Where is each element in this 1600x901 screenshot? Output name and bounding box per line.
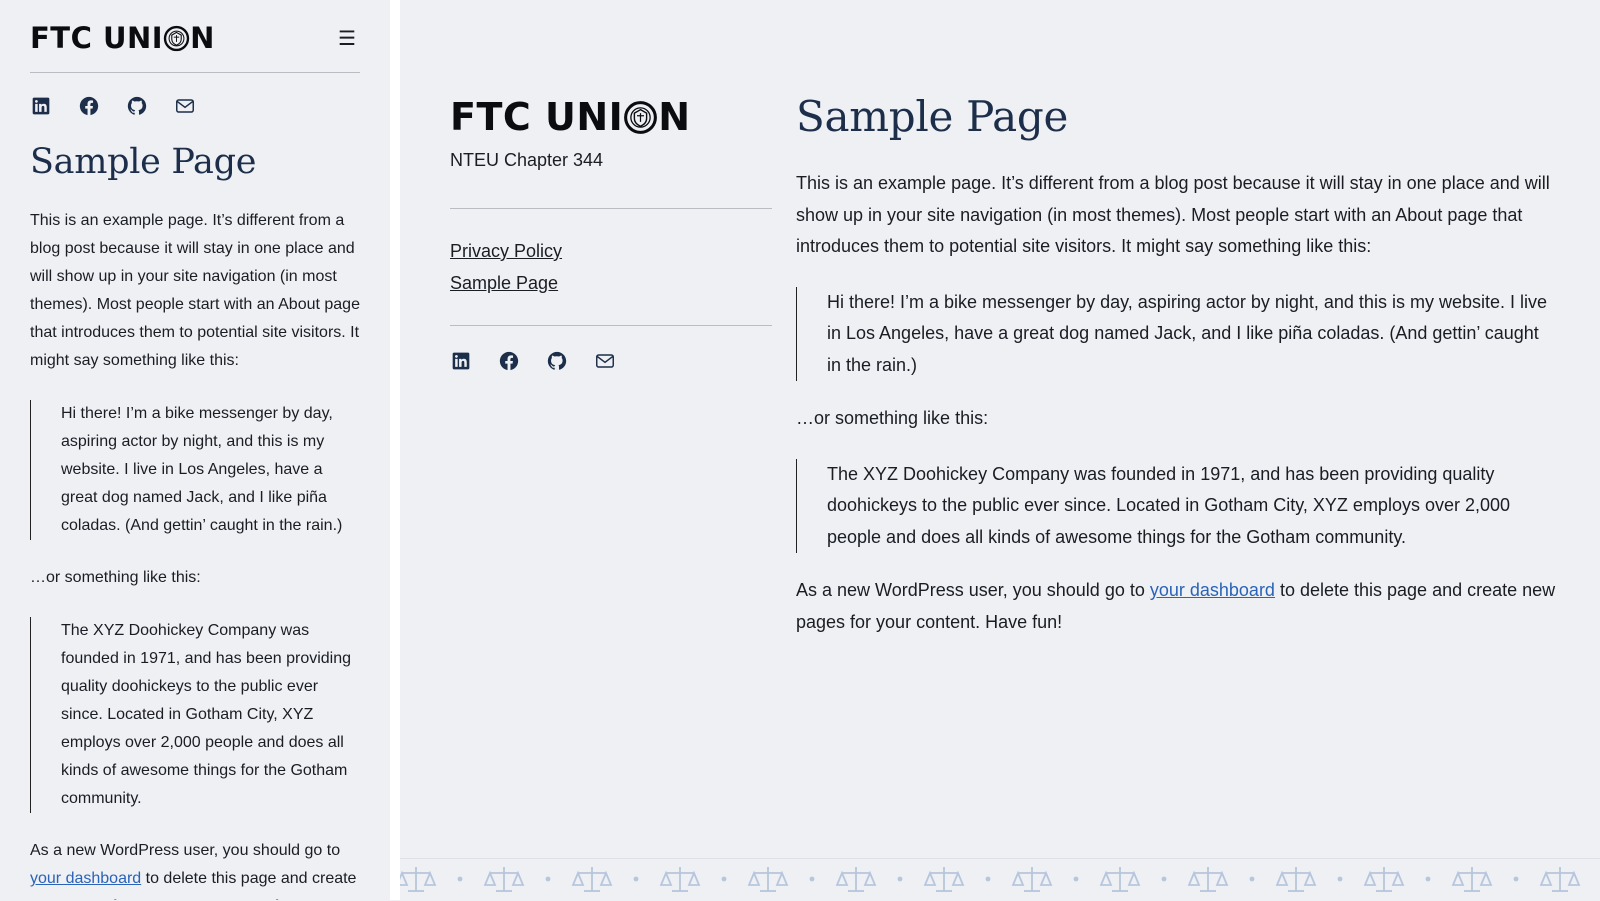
linkedin-icon[interactable] [450, 350, 472, 372]
scales-icon [1099, 867, 1141, 892]
linkedin-icon[interactable] [30, 95, 52, 117]
blockquote: Hi there! I’m a bike messenger by day, a… [30, 400, 360, 540]
scales-icon [1011, 867, 1053, 892]
pattern-dot [985, 876, 991, 882]
new-user-text-before: As a new WordPress user, you should go t… [30, 842, 341, 859]
new-user-paragraph: As a new WordPress user, you should go t… [30, 837, 360, 900]
blockquote: The XYZ Doohickey Company was founded in… [796, 458, 1556, 553]
github-icon[interactable] [126, 95, 148, 117]
divider [450, 325, 772, 326]
logo-text-start: FTC UNI [30, 21, 164, 55]
pattern-dot [897, 876, 903, 882]
nav-item-sample-page[interactable]: Sample Page [450, 267, 772, 299]
scales-icon [483, 867, 525, 892]
scales-icon [400, 867, 437, 892]
logo-text-start: FTC UNI [450, 95, 624, 139]
pattern-dot [633, 876, 639, 882]
new-user-text-before: As a new WordPress user, you should go t… [796, 580, 1150, 600]
github-icon[interactable] [546, 350, 568, 372]
quote-text: The XYZ Doohickey Company was founded in… [827, 463, 1511, 547]
mobile-social-links [30, 95, 360, 117]
scales-icon [571, 867, 613, 892]
pattern-dot [1513, 876, 1519, 882]
site-logo[interactable]: FTC UNI N [450, 95, 772, 139]
page-title: Sample Page [796, 92, 1069, 141]
scales-icon [1363, 867, 1405, 892]
quote-text: Hi there! I’m a bike messenger by day, a… [827, 291, 1547, 375]
seal-icon [623, 100, 658, 135]
intro-paragraph: This is an example page. It’s different … [30, 212, 360, 369]
main-content: Sample Page This is an example page. It’… [796, 88, 1556, 638]
menu-icon[interactable]: ☰ [338, 26, 356, 51]
page-content: This is an example page. It’s different … [30, 207, 360, 900]
pattern-dot [809, 876, 815, 882]
scales-icon [659, 867, 701, 892]
scales-pattern [400, 867, 1581, 892]
scales-icon [923, 867, 965, 892]
mail-icon[interactable] [174, 95, 196, 117]
dashboard-link[interactable]: your dashboard [30, 870, 141, 887]
pattern-dot [457, 876, 463, 882]
site-logo[interactable]: FTC UNI N [30, 18, 215, 58]
intro-paragraph: This is an example page. It’s different … [796, 173, 1550, 256]
site-tagline: NTEU Chapter 344 [450, 150, 604, 170]
scales-icon [835, 867, 877, 892]
logo-text-end: N [190, 21, 215, 55]
pattern-dot [1073, 876, 1079, 882]
pattern-dot [721, 876, 727, 882]
footer-pattern [400, 858, 1600, 901]
seal-icon [163, 25, 190, 52]
or-paragraph: …or something like this: [30, 569, 201, 586]
site-sidebar: FTC UNI N NTEU Chapter 344 Privacy Polic… [450, 95, 772, 372]
mobile-header: FTC UNI N ☰ [30, 0, 360, 73]
sidebar-nav: Privacy Policy Sample Page [450, 209, 772, 325]
pattern-dot [1425, 876, 1431, 882]
or-paragraph: …or something like this: [796, 408, 989, 428]
sidebar-social-links [450, 350, 772, 372]
dashboard-link[interactable]: your dashboard [1150, 580, 1275, 600]
pattern-dot [545, 876, 551, 882]
scales-icon [1275, 867, 1317, 892]
page-title: Sample Page [30, 142, 257, 182]
new-user-paragraph: As a new WordPress user, you should go t… [796, 575, 1556, 638]
scales-icon [1187, 867, 1229, 892]
quote-text: The XYZ Doohickey Company was founded in… [61, 622, 352, 807]
pattern-dot [1249, 876, 1255, 882]
facebook-icon[interactable] [498, 350, 520, 372]
blockquote: The XYZ Doohickey Company was founded in… [30, 617, 360, 813]
blockquote: Hi there! I’m a bike messenger by day, a… [796, 286, 1556, 381]
scales-icon [1451, 867, 1493, 892]
pattern-dot [1161, 876, 1167, 882]
mail-icon[interactable] [594, 350, 616, 372]
scales-icon [1539, 867, 1581, 892]
quote-text: Hi there! I’m a bike messenger by day, a… [61, 405, 343, 534]
mobile-preview-panel: FTC UNI N ☰ Sample Page This is an examp… [0, 0, 400, 900]
pattern-dot [1337, 876, 1343, 882]
logo-text-end: N [658, 95, 691, 139]
nav-item-privacy-policy[interactable]: Privacy Policy [450, 235, 772, 267]
facebook-icon[interactable] [78, 95, 100, 117]
mobile-content: FTC UNI N ☰ Sample Page This is an examp… [30, 0, 360, 900]
scales-icon [747, 867, 789, 892]
